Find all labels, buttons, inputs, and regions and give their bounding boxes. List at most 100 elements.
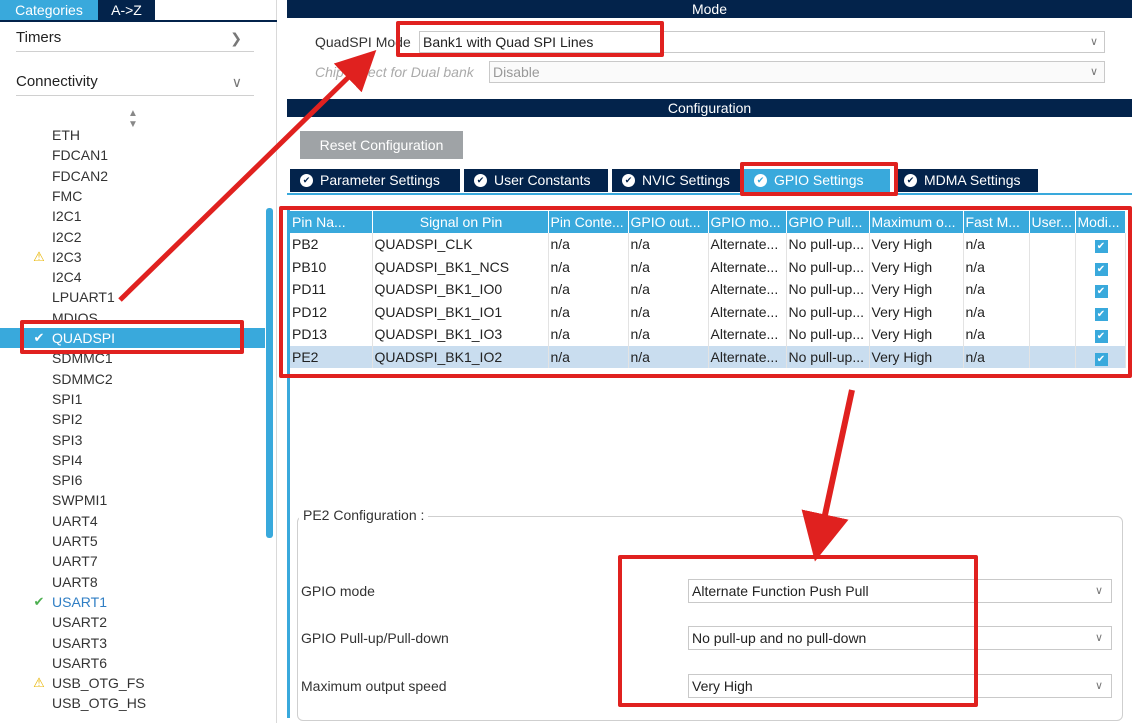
gpio-mode-select[interactable]: Alternate Function Push Pull ∨ xyxy=(688,579,1112,603)
modified-cell[interactable]: ✔ xyxy=(1075,345,1126,368)
sidebar-item-uart4[interactable]: UART4 xyxy=(0,511,265,531)
chip-select-dropdown[interactable]: Disable ∨ xyxy=(489,61,1105,83)
group-connectivity[interactable]: Connectivity ∨ xyxy=(16,68,254,96)
column-header[interactable]: Fast M... xyxy=(963,211,1030,233)
column-header[interactable]: Maximum o... xyxy=(869,211,964,233)
sidebar-item-i2c4[interactable]: I2C4 xyxy=(0,267,265,287)
sidebar-item-spi4[interactable]: SPI4 xyxy=(0,450,265,470)
tab-categories[interactable]: Categories xyxy=(0,0,98,20)
sidebar-item-i2c2[interactable]: I2C2 xyxy=(0,227,265,247)
sidebar-item-spi6[interactable]: SPI6 xyxy=(0,470,265,490)
sidebar-item-usb-otg-hs[interactable]: USB_OTG_HS xyxy=(0,693,265,713)
tab-mdma-settings[interactable]: ✔ MDMA Settings xyxy=(894,169,1038,192)
group-timers[interactable]: Timers ❯ xyxy=(16,24,254,52)
sidebar-item-sdmmc2[interactable]: SDMMC2 xyxy=(0,369,265,389)
gpio-pull-label: GPIO Pull-up/Pull-down xyxy=(301,630,449,646)
tab-gpio-settings[interactable]: ✔ GPIO Settings xyxy=(744,169,890,192)
categories-panel: Categories A->Z Timers ❯ Connectivity ∨ … xyxy=(0,0,277,723)
table-cell: Very High xyxy=(869,233,964,256)
sidebar-item-usart6[interactable]: USART6 xyxy=(0,653,265,673)
sidebar-item-label: UART7 xyxy=(52,553,98,570)
check-icon: ✔ xyxy=(33,593,45,609)
sidebar-item-swpmi1[interactable]: SWPMI1 xyxy=(0,490,265,510)
sidebar-item-eth[interactable]: ETH xyxy=(0,125,265,145)
sidebar-item-uart8[interactable]: UART8 xyxy=(0,572,265,592)
table-cell xyxy=(1029,300,1076,323)
gpio-mode-label: GPIO mode xyxy=(301,583,375,599)
modified-checkbox[interactable]: ✔ xyxy=(1094,307,1108,321)
sidebar-item-mdios[interactable]: MDIOS xyxy=(0,308,265,328)
sidebar-item-uart7[interactable]: UART7 xyxy=(0,551,265,571)
modified-checkbox[interactable]: ✔ xyxy=(1094,262,1108,276)
tab-user-constants[interactable]: ✔ User Constants xyxy=(464,169,608,192)
column-header[interactable]: Modi... xyxy=(1075,211,1126,233)
sidebar-item-i2c1[interactable]: I2C1 xyxy=(0,206,265,226)
table-cell: PD11 xyxy=(290,278,373,301)
table-cell: No pull-up... xyxy=(786,345,870,368)
max-output-speed-select[interactable]: Very High ∨ xyxy=(688,674,1112,698)
sidebar-item-fmc[interactable]: FMC xyxy=(0,186,265,206)
sidebar-item-spi2[interactable]: SPI2 xyxy=(0,409,265,429)
table-header-row: Pin Na... Signal on Pin Pin Conte... GPIO o… xyxy=(290,211,1126,233)
table-row[interactable]: PE2 QUADSPI_BK1_IO2 n/a n/a Alternate... No p… xyxy=(290,345,1126,368)
sidebar-item-usart1[interactable]: ✔ USART1 xyxy=(0,592,265,612)
sidebar-item-label: SPI2 xyxy=(52,411,83,428)
sidebar-item-label: I2C4 xyxy=(52,269,82,286)
table-cell: n/a xyxy=(963,233,1030,256)
modified-cell[interactable]: ✔ xyxy=(1075,323,1126,346)
table-cell: n/a xyxy=(548,278,629,301)
modified-checkbox[interactable]: ✔ xyxy=(1094,240,1108,254)
sidebar-item-fdcan1[interactable]: FDCAN1 xyxy=(0,145,265,165)
column-header[interactable]: GPIO Pull... xyxy=(786,211,870,233)
table-cell: n/a xyxy=(628,278,709,301)
column-header[interactable]: Signal on Pin xyxy=(372,211,549,233)
sidebar-item-label: MDIOS xyxy=(52,309,98,326)
sidebar-item-label: SPI6 xyxy=(52,472,83,489)
table-row[interactable]: PB10 QUADSPI_BK1_NCS n/a n/a Alternate... No … xyxy=(290,255,1126,278)
tab-label: Parameter Settings xyxy=(320,172,440,188)
reset-configuration-button[interactable]: Reset Configuration xyxy=(300,131,463,159)
table-row[interactable]: PD13 QUADSPI_BK1_IO3 n/a n/a Alternate... No … xyxy=(290,323,1126,346)
table-row[interactable]: PD11 QUADSPI_BK1_IO0 n/a n/a Alternate... No … xyxy=(290,278,1126,301)
modified-checkbox[interactable]: ✔ xyxy=(1094,285,1108,299)
chip-select-label: Chip Select for Dual bank xyxy=(315,64,474,80)
table-cell: n/a xyxy=(548,323,629,346)
quadspi-mode-select[interactable]: Bank1 with Quad SPI Lines ∨ xyxy=(419,31,1105,53)
sidebar-item-usart3[interactable]: USART3 xyxy=(0,633,265,653)
column-header[interactable]: Pin Conte... xyxy=(548,211,629,233)
column-header[interactable]: User... xyxy=(1029,211,1076,233)
sidebar-item-usart2[interactable]: USART2 xyxy=(0,612,265,632)
modified-cell[interactable]: ✔ xyxy=(1075,300,1126,323)
sidebar-scrollbar[interactable] xyxy=(266,208,273,538)
gpio-table: Pin Na... Signal on Pin Pin Conte... GPIO o… xyxy=(290,211,1126,368)
column-header[interactable]: GPIO mo... xyxy=(708,211,787,233)
column-header[interactable]: GPIO out... xyxy=(628,211,709,233)
gpio-mode-value: Alternate Function Push Pull xyxy=(692,583,869,599)
table-row[interactable]: PB2 QUADSPI_CLK n/a n/a Alternate... No pull-… xyxy=(290,233,1126,256)
sidebar-item-spi1[interactable]: SPI1 xyxy=(0,389,265,409)
column-header[interactable]: Pin Na... xyxy=(290,211,373,233)
sidebar-item-fdcan2[interactable]: FDCAN2 xyxy=(0,166,265,186)
table-cell: n/a xyxy=(628,345,709,368)
sidebar-item-uart5[interactable]: UART5 xyxy=(0,531,265,551)
sidebar-item-usb-otg-fs[interactable]: ⚠ USB_OTG_FS xyxy=(0,673,265,693)
tab-a-to-z[interactable]: A->Z xyxy=(98,0,155,20)
modified-cell[interactable]: ✔ xyxy=(1075,278,1126,301)
tab-parameter-settings[interactable]: ✔ Parameter Settings xyxy=(290,169,460,192)
group-label: Connectivity xyxy=(16,73,98,90)
modified-cell[interactable]: ✔ xyxy=(1075,255,1126,278)
sidebar-item-sdmmc1[interactable]: SDMMC1 xyxy=(0,348,265,368)
modified-cell[interactable]: ✔ xyxy=(1075,233,1126,256)
modified-checkbox[interactable]: ✔ xyxy=(1094,352,1108,366)
modified-checkbox[interactable]: ✔ xyxy=(1094,330,1108,344)
table-cell: n/a xyxy=(548,345,629,368)
table-cell: Alternate... xyxy=(708,255,787,278)
sidebar-item-quadspi[interactable]: ✔ QUADSPI xyxy=(0,328,265,348)
sidebar-item-i2c3[interactable]: ⚠ I2C3 xyxy=(0,247,265,267)
tab-nvic-settings[interactable]: ✔ NVIC Settings xyxy=(612,169,740,192)
sidebar-item-spi3[interactable]: SPI3 xyxy=(0,430,265,450)
table-row[interactable]: PD12 QUADSPI_BK1_IO1 n/a n/a Alternate... No … xyxy=(290,300,1126,323)
sidebar-item-lpuart1[interactable]: LPUART1 xyxy=(0,287,265,307)
gpio-pull-select[interactable]: No pull-up and no pull-down ∨ xyxy=(688,626,1112,650)
sidebar-item-label: I2C1 xyxy=(52,208,82,225)
